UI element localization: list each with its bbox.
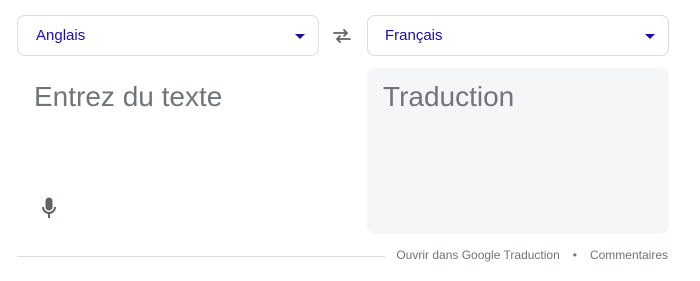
caret-down-icon (295, 34, 305, 39)
target-language-select[interactable]: Français (367, 15, 669, 56)
source-text-area[interactable]: Entrez du texte (17, 68, 353, 234)
footer-divider (17, 256, 385, 257)
footer-links: Ouvrir dans Google Traduction • Commenta… (396, 248, 668, 262)
swap-arrows-icon (333, 29, 351, 43)
voice-input-button[interactable] (37, 196, 61, 220)
feedback-link[interactable]: Commentaires (590, 248, 668, 262)
source-language-select[interactable]: Anglais (17, 15, 319, 56)
footer-separator: • (572, 248, 577, 262)
caret-down-icon (645, 34, 655, 39)
swap-languages-button[interactable] (328, 22, 356, 50)
translation-placeholder: Traduction (383, 81, 515, 112)
microphone-icon (42, 197, 56, 218)
translation-output-area: Traduction (367, 68, 669, 234)
open-in-google-translate-link[interactable]: Ouvrir dans Google Traduction (396, 248, 559, 262)
source-language-label: Anglais (36, 27, 86, 44)
target-language-label: Français (385, 27, 443, 44)
source-placeholder: Entrez du texte (34, 81, 223, 112)
translate-widget: Anglais Français Entrez du texte Traduct… (0, 0, 700, 281)
